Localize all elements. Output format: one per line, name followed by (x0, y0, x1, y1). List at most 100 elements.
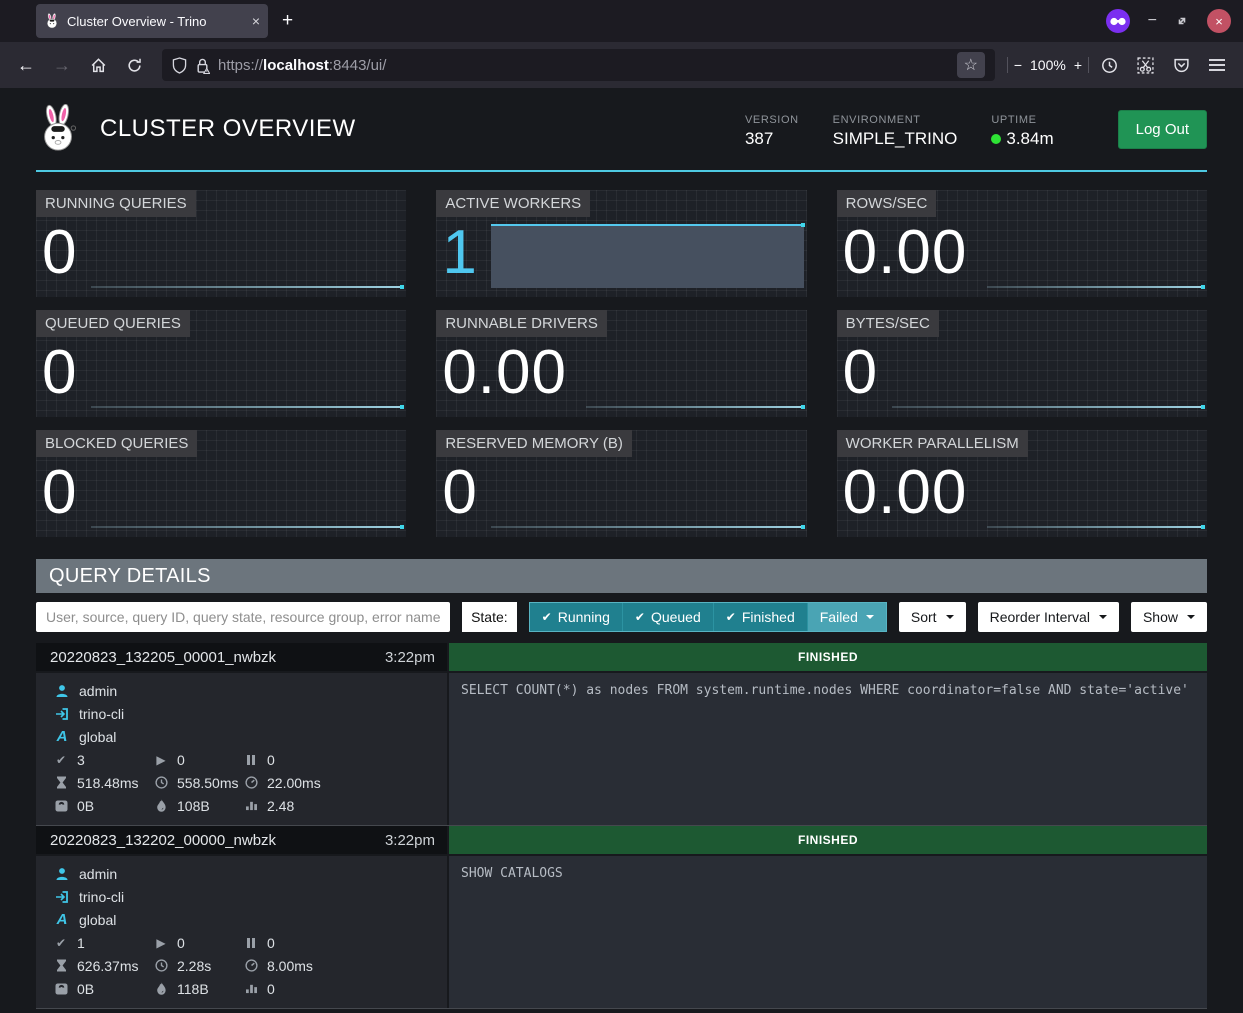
running-splits: 0 (177, 752, 185, 768)
gauge-icon (244, 776, 258, 789)
check-icon: ✔ (54, 753, 68, 767)
state-running-button[interactable]: ✔ Running (530, 603, 623, 631)
zoom-out-button[interactable]: − (1014, 57, 1022, 73)
queued-splits: 0 (267, 752, 275, 768)
tile-active-workers: ACTIVE WORKERS 1 (436, 190, 806, 297)
query-search-input[interactable] (36, 602, 450, 632)
pocket-icon[interactable] (1165, 49, 1197, 81)
cpu-time: 22.00ms (267, 775, 321, 791)
screenshot-scissors-icon[interactable] (1129, 49, 1161, 81)
state-failed-dropdown[interactable]: Failed (808, 603, 886, 631)
play-icon: ▶ (154, 753, 168, 767)
lock-warning-icon[interactable] (195, 57, 210, 74)
trino-favicon-icon (44, 13, 60, 29)
query-id-link[interactable]: 20220823_132205_00001_nwbzk (50, 649, 276, 666)
chevron-down-icon (866, 615, 874, 619)
completed-splits: 3 (77, 752, 85, 768)
window-restore-button[interactable] (1175, 14, 1189, 28)
elapsed-time: 558.50ms (177, 775, 238, 791)
query-id-link[interactable]: 20220823_132202_00000_nwbzk (50, 832, 276, 849)
check-icon: ✔ (726, 610, 736, 624)
state-queued-button[interactable]: ✔ Queued (623, 603, 714, 631)
tile-value: 0 (42, 222, 77, 284)
tile-value: 0 (42, 342, 77, 404)
pause-icon (244, 937, 258, 949)
tile-blocked-queries: BLOCKED QUERIES 0 (36, 430, 406, 537)
sort-dropdown[interactable]: Sort (899, 602, 966, 632)
parallelism: 0 (267, 981, 275, 997)
sign-in-icon (54, 707, 70, 721)
browser-tab[interactable]: Cluster Overview - Trino × (36, 4, 268, 38)
check-icon: ✔ (635, 610, 645, 624)
query-card: 20220823_132202_00000_nwbzk 3:22pm FINIS… (36, 826, 1207, 1009)
trino-logo (36, 104, 82, 154)
tile-reserved-memory: RESERVED MEMORY (B) 0 (436, 430, 806, 537)
state-filter-label: State: (462, 602, 517, 632)
wall-time: 626.37ms (77, 958, 138, 974)
clock-icon (154, 776, 168, 789)
state-finished-button[interactable]: ✔ Finished (714, 603, 808, 631)
wall-time: 518.48ms (77, 775, 138, 791)
tab-title: Cluster Overview - Trino (67, 14, 245, 29)
query-sql-text: SELECT COUNT(*) as nodes FROM system.run… (449, 673, 1207, 825)
check-icon: ✔ (54, 936, 68, 950)
stats-bars-icon (244, 983, 258, 994)
version-label: VERSION (745, 114, 799, 126)
show-dropdown[interactable]: Show (1131, 602, 1207, 632)
current-memory: 0B (77, 981, 94, 997)
forward-button[interactable]: → (46, 49, 78, 81)
query-details-header: QUERY DETAILS (36, 559, 1207, 593)
hourglass-icon (54, 776, 68, 789)
clock-icon (154, 959, 168, 972)
state-filter-group: ✔ Running ✔ Queued ✔ Finished Failed (529, 602, 887, 632)
current-memory: 0B (77, 798, 94, 814)
url-text[interactable]: https://localhost:8443/ui/ (218, 57, 949, 74)
query-state-badge: FINISHED (449, 826, 1207, 854)
logout-button[interactable]: Log Out (1118, 110, 1207, 149)
tile-runnable-drivers: RUNNABLE DRIVERS 0.00 (436, 310, 806, 417)
tile-running-queries: RUNNING QUERIES 0 (36, 190, 406, 297)
tile-worker-parallelism: WORKER PARALLELISM 0.00 (837, 430, 1207, 537)
environment-label: ENVIRONMENT (833, 114, 958, 126)
browser-tab-bar: Cluster Overview - Trino × + − × (0, 0, 1243, 42)
query-time: 3:22pm (385, 832, 435, 849)
history-clock-icon[interactable] (1093, 49, 1125, 81)
chevron-down-icon (946, 615, 954, 619)
sparkline (987, 286, 1204, 288)
tile-rows-sec: ROWS/SEC 0.00 (837, 190, 1207, 297)
stats-bars-icon (244, 800, 258, 811)
back-button[interactable]: ← (10, 49, 42, 81)
tab-close-icon[interactable]: × (252, 13, 260, 29)
home-button[interactable] (82, 49, 114, 81)
resource-group-icon: A (54, 911, 70, 928)
elapsed-time: 2.28s (177, 958, 211, 974)
completed-splits: 1 (77, 935, 85, 951)
uptime-value: 3.84m (1006, 129, 1053, 149)
memory-scale-icon (54, 983, 68, 995)
query-user: admin (79, 866, 117, 882)
version-value: 387 (745, 129, 799, 149)
sparkline (91, 286, 403, 288)
user-icon (54, 684, 70, 698)
window-close-button[interactable]: × (1207, 9, 1231, 33)
new-tab-button[interactable]: + (282, 10, 293, 32)
zoom-in-button[interactable]: + (1074, 57, 1082, 73)
url-bar[interactable]: https://localhost:8443/ui/ ☆ (162, 49, 995, 81)
cluster-stats-grid: RUNNING QUERIES 0 ACTIVE WORKERS 1 ROWS/… (36, 190, 1207, 537)
query-source: trino-cli (79, 706, 124, 722)
play-icon: ▶ (154, 936, 168, 950)
menu-hamburger-icon[interactable] (1201, 49, 1233, 81)
reorder-interval-dropdown[interactable]: Reorder Interval (978, 602, 1119, 632)
bookmark-star-icon[interactable]: ☆ (957, 52, 985, 78)
check-icon: ✔ (542, 610, 552, 624)
reload-button[interactable] (118, 49, 150, 81)
window-minimize-button[interactable]: − (1148, 12, 1157, 30)
parallelism: 2.48 (267, 798, 294, 814)
sign-in-icon (54, 890, 70, 904)
query-resource-group: global (79, 729, 116, 745)
flame-icon (154, 982, 168, 995)
shield-icon[interactable] (172, 57, 187, 74)
zoom-level[interactable]: 100% (1030, 57, 1066, 73)
uptime-status-dot (991, 134, 1001, 144)
tile-value: 0 (843, 342, 878, 404)
